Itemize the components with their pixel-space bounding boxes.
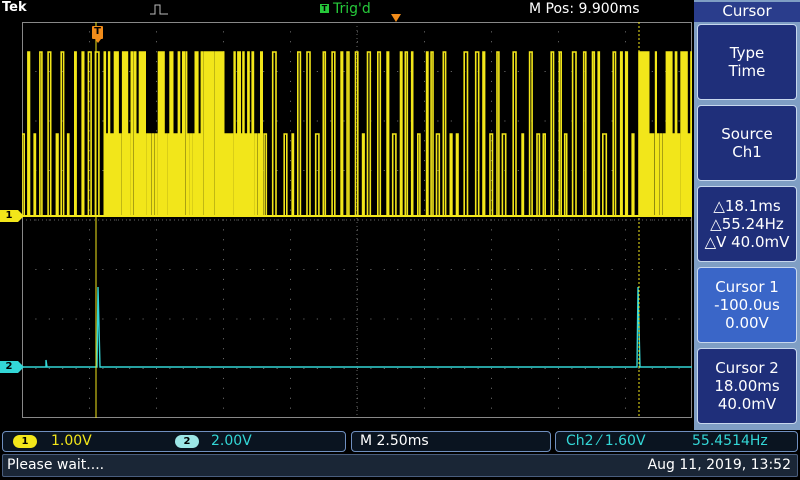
timebase-box[interactable]: M 2.50ms bbox=[351, 431, 551, 452]
bottom-status-area: 1 1.00V 2 2.00V M 2.50ms Ch2 ⁄ 1.60V 55.… bbox=[0, 430, 800, 480]
top-status-bar: Tek T Trig'd M Pos: 9.900ms bbox=[0, 0, 694, 19]
timebase-value: M 2.50ms bbox=[360, 433, 429, 449]
trigger-position-marker[interactable]: T bbox=[92, 26, 103, 43]
cursor1-label: Cursor 1 bbox=[715, 278, 779, 296]
trigger-box[interactable]: Ch2 ⁄ 1.60V 55.4514Hz bbox=[555, 431, 798, 452]
cursor2-voltage: 40.0mV bbox=[717, 395, 777, 413]
trigger-status-text: Trig'd bbox=[333, 1, 371, 17]
graticule bbox=[22, 22, 692, 418]
cursor-source-label: Source bbox=[721, 125, 773, 143]
cursor1-button[interactable]: Cursor 1 -100.0us 0.00V bbox=[697, 267, 797, 343]
delta-time-readout: △18.1ms bbox=[713, 197, 781, 215]
trigger-frequency: 55.4514Hz bbox=[692, 433, 768, 449]
brand-label: Tek bbox=[2, 0, 27, 15]
cursor-type-value: Time bbox=[728, 62, 766, 80]
status-message: Please wait.... bbox=[7, 457, 105, 473]
trigger-status: T Trig'd bbox=[320, 1, 371, 17]
cursor1-time: -100.0us bbox=[714, 296, 780, 314]
delta-voltage-readout: △V 40.0mV bbox=[704, 233, 790, 251]
cursor2-label: Cursor 2 bbox=[715, 359, 779, 377]
ch1-badge: 1 bbox=[13, 435, 37, 448]
expansion-point-marker bbox=[391, 14, 401, 22]
cursor-type-button[interactable]: Type Time bbox=[697, 24, 797, 100]
message-bar: Please wait.... Aug 11, 2019, 13:52 bbox=[2, 454, 798, 477]
side-menu: Cursor Type Time Source Ch1 △18.1ms △55.… bbox=[694, 0, 800, 430]
side-menu-title: Cursor bbox=[694, 2, 800, 22]
trigger-status-icon: T bbox=[320, 4, 329, 13]
waveform-display[interactable] bbox=[22, 22, 692, 418]
horizontal-position: M Pos: 9.900ms bbox=[529, 1, 640, 17]
delta-frequency-readout: △55.24Hz bbox=[710, 215, 784, 233]
date-time: Aug 11, 2019, 13:52 bbox=[647, 457, 791, 473]
ch1-scale: 1.00V bbox=[51, 433, 92, 449]
ch2-scale: 2.00V bbox=[211, 433, 252, 449]
ch2-ground-marker[interactable]: 2 bbox=[0, 361, 24, 373]
cursor2-button[interactable]: Cursor 2 18.00ms 40.0mV bbox=[697, 348, 797, 424]
ch1-ground-marker[interactable]: 1 bbox=[0, 210, 24, 222]
trigger-setting: Ch2 ⁄ 1.60V bbox=[566, 433, 646, 449]
cursor2-time: 18.00ms bbox=[714, 377, 780, 395]
cursor-readout-button[interactable]: △18.1ms △55.24Hz △V 40.0mV bbox=[697, 186, 797, 262]
cursor-source-button[interactable]: Source Ch1 bbox=[697, 105, 797, 181]
ch2-badge: 2 bbox=[175, 435, 199, 448]
pulse-acquire-icon bbox=[150, 4, 168, 15]
cursor-source-value: Ch1 bbox=[732, 143, 762, 161]
vertical-scale-box[interactable]: 1 1.00V 2 2.00V bbox=[2, 431, 346, 452]
cursor1-voltage: 0.00V bbox=[725, 314, 769, 332]
cursor-type-label: Type bbox=[729, 44, 765, 62]
